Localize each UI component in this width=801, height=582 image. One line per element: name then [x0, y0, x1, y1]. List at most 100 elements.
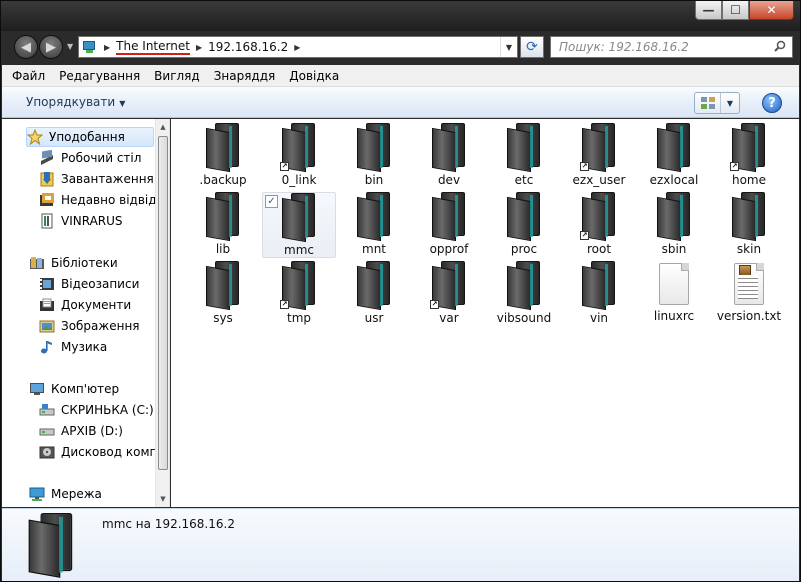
- sidebar-item-recent-places[interactable]: Недавно відвідан: [39, 190, 170, 210]
- sidebar-item-drive-d[interactable]: АРХІВ (D:): [39, 421, 169, 441]
- cd-drive-icon: [39, 444, 55, 460]
- folder-item[interactable]: lib: [186, 192, 260, 258]
- archive-icon: [39, 213, 55, 229]
- menu-tools[interactable]: Знаряддя: [214, 69, 276, 83]
- address-dropdown-button[interactable]: ▼: [500, 37, 517, 57]
- close-button[interactable]: ✕: [749, 1, 794, 20]
- folder-item[interactable]: proc: [487, 192, 561, 258]
- breadcrumb-the-internet[interactable]: The Internet: [116, 39, 190, 55]
- folder-item[interactable]: bin: [337, 123, 411, 189]
- sidebar-label: Відеозаписи: [61, 277, 140, 291]
- command-bar: Упорядкувати ▼ ▼ ?: [2, 87, 799, 118]
- sidebar-item-downloads[interactable]: Завантаження: [39, 169, 169, 189]
- folder-item[interactable]: sbin: [637, 192, 711, 258]
- sidebar-label: Недавно відвідан: [61, 193, 170, 207]
- scrollbar-thumb[interactable]: [158, 136, 168, 470]
- menu-edit[interactable]: Редагування: [59, 69, 140, 83]
- recent-pages-dropdown[interactable]: ▼: [67, 42, 73, 51]
- sidebar-label: VINRARUS: [61, 214, 123, 228]
- shortcut-arrow-icon: ↗: [280, 162, 289, 171]
- folder-item[interactable]: ↗ tmp: [262, 261, 336, 327]
- folder-item[interactable]: ↗ 0_link: [262, 123, 336, 189]
- sidebar-item-computer[interactable]: Комп'ютер: [29, 379, 169, 399]
- minimize-button[interactable]: —: [695, 1, 722, 20]
- search-box[interactable]: [550, 36, 793, 58]
- sidebar-scrollbar[interactable]: ▲ ▼: [155, 119, 169, 507]
- refresh-button[interactable]: ⟳: [520, 36, 544, 58]
- search-input[interactable]: [559, 38, 769, 56]
- folder-item[interactable]: ↗ var: [412, 261, 486, 327]
- folder-shortcut-icon: ↗: [280, 261, 318, 311]
- music-icon: [39, 339, 55, 355]
- folder-item[interactable]: ezxlocal: [637, 123, 711, 189]
- folder-item[interactable]: etc: [487, 123, 561, 189]
- folder-item[interactable]: ✓ mmc: [262, 192, 336, 258]
- shortcut-arrow-icon: ↗: [580, 231, 589, 240]
- shortcut-arrow-icon: ↗: [580, 162, 589, 171]
- sidebar-item-music[interactable]: Музика: [39, 337, 169, 357]
- file-name-label: tmp: [286, 311, 311, 325]
- hard-drive-icon: [39, 423, 55, 439]
- chevron-right-icon[interactable]: ▶: [196, 43, 202, 52]
- sidebar-label: Музика: [61, 340, 108, 354]
- chevron-right-icon[interactable]: ▶: [104, 43, 110, 52]
- sidebar-item-libraries[interactable]: Бібліотеки: [29, 253, 169, 273]
- sidebar-item-cd-drive[interactable]: Дисковод компак: [39, 442, 170, 462]
- back-button[interactable]: ◀: [14, 35, 38, 59]
- sidebar-item-vinrarus[interactable]: VINRARUS: [39, 211, 169, 231]
- view-options-dropdown[interactable]: ▼: [721, 93, 739, 113]
- file-list: .backup ↗ 0_link bin dev etc ↗ ezx_user ezxlocal…: [171, 119, 799, 507]
- title-bar[interactable]: — ☐ ✕: [1, 1, 800, 31]
- maximize-button[interactable]: ☐: [722, 1, 749, 20]
- chevron-right-icon[interactable]: ▶: [294, 43, 300, 52]
- sidebar-item-drive-c[interactable]: СКРИНЬКА (C:): [39, 400, 169, 420]
- sidebar-item-network[interactable]: Мережа: [29, 484, 169, 504]
- sidebar-label: АРХІВ (D:): [61, 424, 123, 438]
- folder-item[interactable]: mnt: [337, 192, 411, 258]
- folder-icon: [730, 192, 768, 242]
- folder-shortcut-icon: ↗: [580, 123, 618, 173]
- change-view-button[interactable]: ▼: [694, 92, 740, 114]
- forward-button[interactable]: ▶: [39, 35, 63, 59]
- sidebar-label: Дисковод компак: [61, 445, 170, 459]
- sidebar-label: Робочий стіл: [61, 151, 142, 165]
- scroll-down-icon[interactable]: ▼: [156, 491, 169, 507]
- folder-item[interactable]: dev: [412, 123, 486, 189]
- selection-checkbox[interactable]: ✓: [265, 195, 278, 208]
- file-item[interactable]: linuxrc: [637, 261, 711, 327]
- folder-icon: [505, 123, 543, 173]
- folder-icon: [430, 123, 468, 173]
- folder-item[interactable]: .backup: [186, 123, 260, 189]
- folder-item[interactable]: ↗ home: [712, 123, 786, 189]
- folder-item[interactable]: ↗ ezx_user: [562, 123, 636, 189]
- sidebar-item-favorites[interactable]: Уподобання: [26, 127, 154, 147]
- address-bar[interactable]: ▶ The Internet ▶ 192.168.16.2 ▶ ▼: [78, 36, 518, 58]
- network-icon: [29, 486, 45, 502]
- folder-item[interactable]: vibsound: [487, 261, 561, 327]
- organize-button[interactable]: Упорядкувати ▼: [26, 95, 125, 109]
- scroll-up-icon[interactable]: ▲: [156, 119, 169, 135]
- sidebar-item-desktop[interactable]: Робочий стіл: [39, 148, 169, 168]
- folder-icon: [505, 261, 543, 311]
- folder-item[interactable]: opprof: [412, 192, 486, 258]
- breadcrumb-host[interactable]: 192.168.16.2: [208, 40, 288, 54]
- file-item[interactable]: version.txt: [712, 261, 786, 327]
- file-name-label: proc: [510, 242, 538, 256]
- search-icon[interactable]: [774, 40, 786, 52]
- folder-item[interactable]: sys: [186, 261, 260, 327]
- menu-help[interactable]: Довідка: [289, 69, 339, 83]
- sidebar-label: Мережа: [51, 487, 102, 501]
- sidebar-item-documents[interactable]: Документи: [39, 295, 169, 315]
- help-button[interactable]: ?: [762, 93, 782, 113]
- file-name-label: sbin: [661, 242, 687, 256]
- sidebar-item-videos[interactable]: Відеозаписи: [39, 274, 169, 294]
- view-icon[interactable]: [695, 93, 721, 113]
- folder-item[interactable]: vin: [562, 261, 636, 327]
- folder-item[interactable]: usr: [337, 261, 411, 327]
- menu-view[interactable]: Вигляд: [154, 69, 200, 83]
- folder-item[interactable]: skin: [712, 192, 786, 258]
- sidebar-item-pictures[interactable]: Зображення: [39, 316, 169, 336]
- details-name: mmc на 192.168.16.2: [102, 517, 235, 531]
- menu-file[interactable]: Файл: [12, 69, 45, 83]
- folder-item[interactable]: ↗ root: [562, 192, 636, 258]
